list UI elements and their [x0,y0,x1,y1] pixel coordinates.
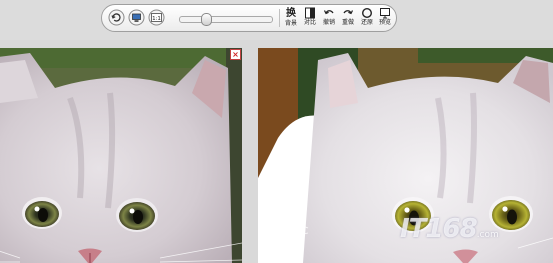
restore-icon [361,7,373,19]
original-cat-photo [0,48,242,263]
refresh-icon[interactable] [108,9,125,26]
watermark-sub: .com [476,230,499,240]
close-left-pane-button[interactable]: × [230,49,241,60]
actual-size-icon[interactable]: 1:1 [148,9,165,26]
undo-icon [323,7,335,19]
preview-icon [379,7,391,19]
preview-label: 预览 [378,19,391,26]
zoom-slider[interactable] [179,13,273,26]
preview-button[interactable]: 预览 [374,7,396,29]
editor-toolbar: 1:1 换 背景 对比 撤销 重做 还原 预览 [101,4,397,32]
toolbar-divider [279,9,280,27]
change-background-glyph: 换 [286,8,296,19]
zoom-slider-thumb[interactable] [200,13,212,26]
redo-icon [342,7,354,19]
original-image-pane[interactable] [0,48,242,263]
monitor-icon[interactable] [128,9,145,26]
compare-icon [304,7,316,19]
watermark-main: IT168 [400,214,478,244]
change-background-label: 背景 [284,20,297,27]
watermark: IT168.com [400,214,540,246]
actual-size-text: 1:1 [152,16,161,22]
